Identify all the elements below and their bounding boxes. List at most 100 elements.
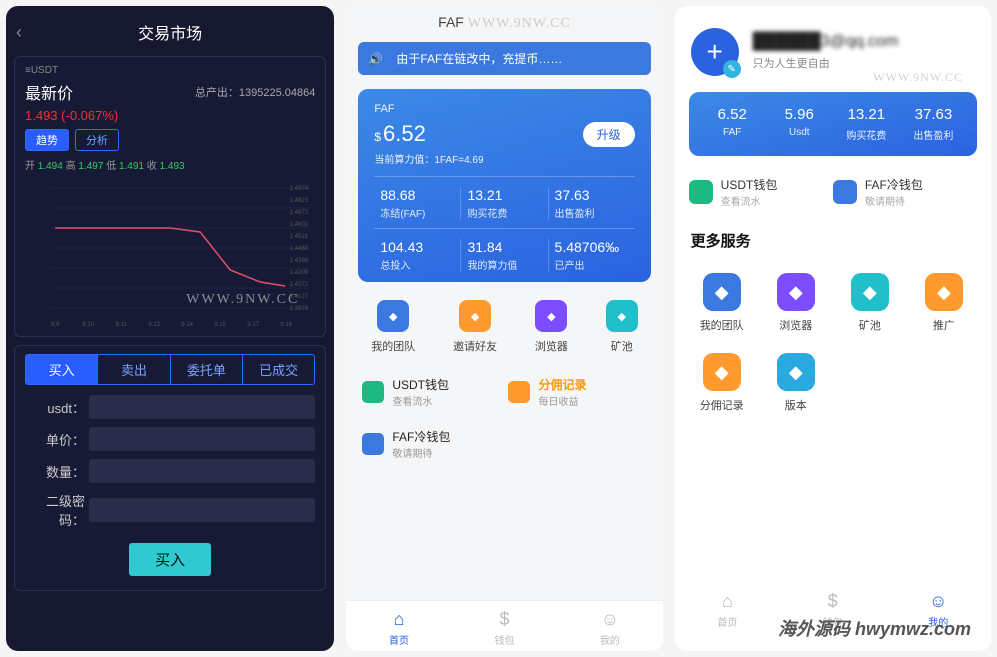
- header: ‹ 交易市场: [12, 12, 328, 52]
- user-motto: 只为人生更自由: [753, 55, 899, 71]
- chart-mode-segment: 趋势 分析: [25, 129, 315, 151]
- stat: 104.43总投入: [374, 239, 461, 272]
- shortcut-icon: ◆: [606, 300, 638, 332]
- order-tab-0[interactable]: 买入: [26, 355, 98, 384]
- stats-row-1: 88.68冻结(FAF)13.21购买花费37.63出售盈利: [374, 176, 634, 220]
- analyze-button[interactable]: 分析: [75, 129, 119, 151]
- nav-icon: $: [780, 591, 885, 612]
- svg-text:1.4521: 1.4521: [290, 234, 309, 240]
- service-我的团队[interactable]: ◆我的团队: [685, 263, 759, 343]
- wallet-list: USDT钱包查看流水分佣记录每日收益FAF冷钱包敬请期待: [346, 366, 662, 470]
- avatar-add-button[interactable]: + ✎: [691, 28, 739, 76]
- service-分佣记录[interactable]: ◆分佣记录: [685, 343, 759, 423]
- shortcut-icon: ◆: [535, 300, 567, 332]
- bottom-nav: ⌂首页$钱包☺我的: [346, 600, 662, 651]
- wallet-item[interactable]: 分佣记录每日收益: [504, 366, 650, 418]
- nav-icon: ☺: [886, 591, 991, 612]
- service-icon: ◆: [703, 353, 741, 391]
- upgrade-button[interactable]: 升级: [583, 122, 635, 147]
- service-矿池[interactable]: ◆矿池: [833, 263, 907, 343]
- qty-label: 数量：: [25, 462, 85, 481]
- svg-text:1.4460: 1.4460: [290, 246, 309, 252]
- total-output: 总产出：1395225.04864: [195, 84, 315, 100]
- trend-button[interactable]: 趋势: [25, 129, 69, 151]
- ohlc-row: 开 1.494 高 1.497 低 1.491 收 1.493: [25, 157, 315, 172]
- svg-text:1.4309: 1.4309: [290, 270, 309, 276]
- shortcut-浏览器[interactable]: ◆浏览器: [535, 300, 568, 354]
- back-icon[interactable]: ‹: [16, 22, 36, 43]
- wallet-item[interactable]: USDT钱包查看流水: [689, 176, 833, 208]
- latest-label: 最新价: [25, 80, 73, 104]
- wallet-item[interactable]: USDT钱包查看流水: [358, 366, 504, 418]
- nav-首页[interactable]: ⌂首页: [346, 609, 451, 647]
- wallet-item[interactable]: FAF冷钱包敬请期待: [833, 176, 977, 208]
- balance-col: 5.96Usdt: [766, 106, 833, 142]
- price-input[interactable]: [89, 427, 315, 451]
- stat: 37.63出售盈利: [549, 187, 635, 220]
- notice-bar[interactable]: 🔊 由于FAF在链改中，充提币……: [358, 42, 650, 75]
- buy-button[interactable]: 买入: [129, 543, 211, 576]
- svg-text:9.19: 9.19: [280, 322, 292, 328]
- service-浏览器[interactable]: ◆浏览器: [759, 263, 833, 343]
- order-panel: 买入卖出委托单已成交 usdt： 单价： 数量： 二级密码： 买入: [14, 345, 326, 591]
- usdt-input[interactable]: [89, 395, 315, 419]
- balance-card: WWW.9NW.CC 6.52FAF5.96Usdt13.21购买花费37.63…: [689, 92, 977, 156]
- shortcut-邀请好友[interactable]: ◆邀请好友: [453, 300, 497, 354]
- wallet-icon: [362, 433, 384, 455]
- service-icon: ◆: [777, 273, 815, 311]
- trading-screen: ‹ 交易市场 ≡USDT 最新价 总产出：1395225.04864 1.493…: [6, 6, 334, 651]
- price-label: 单价：: [25, 430, 85, 449]
- nav-我的[interactable]: ☺我的: [886, 591, 991, 629]
- shortcut-我的团队[interactable]: ◆我的团队: [371, 300, 415, 354]
- shortcut-grid: ◆我的团队 ◆邀请好友 ◆浏览器 ◆矿池: [346, 294, 662, 366]
- svg-text:1.4369: 1.4369: [290, 258, 309, 264]
- shortcut-矿池[interactable]: ◆矿池: [606, 300, 638, 354]
- service-icon: ◆: [777, 353, 815, 391]
- svg-text:9.13: 9.13: [148, 322, 160, 328]
- svg-text:9.10: 9.10: [82, 322, 94, 328]
- nav-icon: ☺: [557, 609, 662, 630]
- stats-row-2: 104.43总投入31.84我的算力值5.48706‰已产出: [374, 228, 634, 272]
- wallet-icon: [833, 180, 857, 204]
- stat: 5.48706‰已产出: [549, 239, 635, 272]
- price-chart[interactable]: 1.49741.48231.46721.46021.45211.44601.43…: [25, 178, 315, 328]
- svg-text:9.17: 9.17: [247, 322, 259, 328]
- profile-header: + ✎ ██████3@qq.com 只为人生更自由: [675, 6, 991, 86]
- balance-col: 13.21购买花费: [833, 106, 900, 142]
- rate-value: $6.52: [374, 121, 426, 147]
- nav-钱包[interactable]: $钱包: [452, 609, 557, 647]
- svg-text:1.4602: 1.4602: [290, 222, 309, 228]
- price-value: 1.493 (-0.067%): [25, 108, 315, 123]
- wallet-icon: [362, 381, 384, 403]
- pwd-input[interactable]: [89, 498, 315, 522]
- wallet-row: USDT钱包查看流水FAF冷钱包敬请期待: [675, 170, 991, 222]
- wallet-item[interactable]: FAF冷钱包敬请期待: [358, 418, 504, 470]
- stat: 13.21购买花费: [461, 187, 548, 220]
- profile-screen: + ✎ ██████3@qq.com 只为人生更自由 WWW.9NW.CC 6.…: [675, 6, 991, 651]
- section-title: 更多服务: [675, 222, 991, 257]
- service-icon: ◆: [925, 273, 963, 311]
- service-推广[interactable]: ◆推广: [907, 263, 981, 343]
- service-icon: ◆: [851, 273, 889, 311]
- service-版本[interactable]: ◆版本: [759, 343, 833, 423]
- nav-我的[interactable]: ☺我的: [557, 609, 662, 647]
- stat: 88.68冻结(FAF): [374, 187, 461, 220]
- balance-col: 37.63出售盈利: [900, 106, 967, 142]
- price-panel: ≡USDT 最新价 总产出：1395225.04864 1.493 (-0.06…: [14, 56, 326, 337]
- qty-input[interactable]: [89, 459, 315, 483]
- svg-text:1.4272: 1.4272: [290, 282, 309, 288]
- order-tab-3[interactable]: 已成交: [243, 355, 314, 384]
- speaker-icon: 🔊: [368, 52, 386, 66]
- nav-钱包[interactable]: $钱包: [780, 591, 885, 629]
- order-tab-1[interactable]: 卖出: [98, 355, 170, 384]
- svg-text:1.4672: 1.4672: [290, 210, 309, 216]
- svg-text:1.4823: 1.4823: [290, 198, 309, 204]
- shortcut-icon: ◆: [459, 300, 491, 332]
- order-tab-2[interactable]: 委托单: [171, 355, 243, 384]
- page-title: 交易市场: [36, 20, 324, 44]
- nav-首页[interactable]: ⌂首页: [675, 591, 780, 629]
- edit-icon[interactable]: ✎: [723, 60, 741, 78]
- header-title: FAF WWW.9NW.CC: [346, 6, 662, 32]
- service-grid: ◆我的团队◆浏览器◆矿池◆推广 ◆分佣记录◆版本: [675, 257, 991, 429]
- shortcut-icon: ◆: [377, 300, 409, 332]
